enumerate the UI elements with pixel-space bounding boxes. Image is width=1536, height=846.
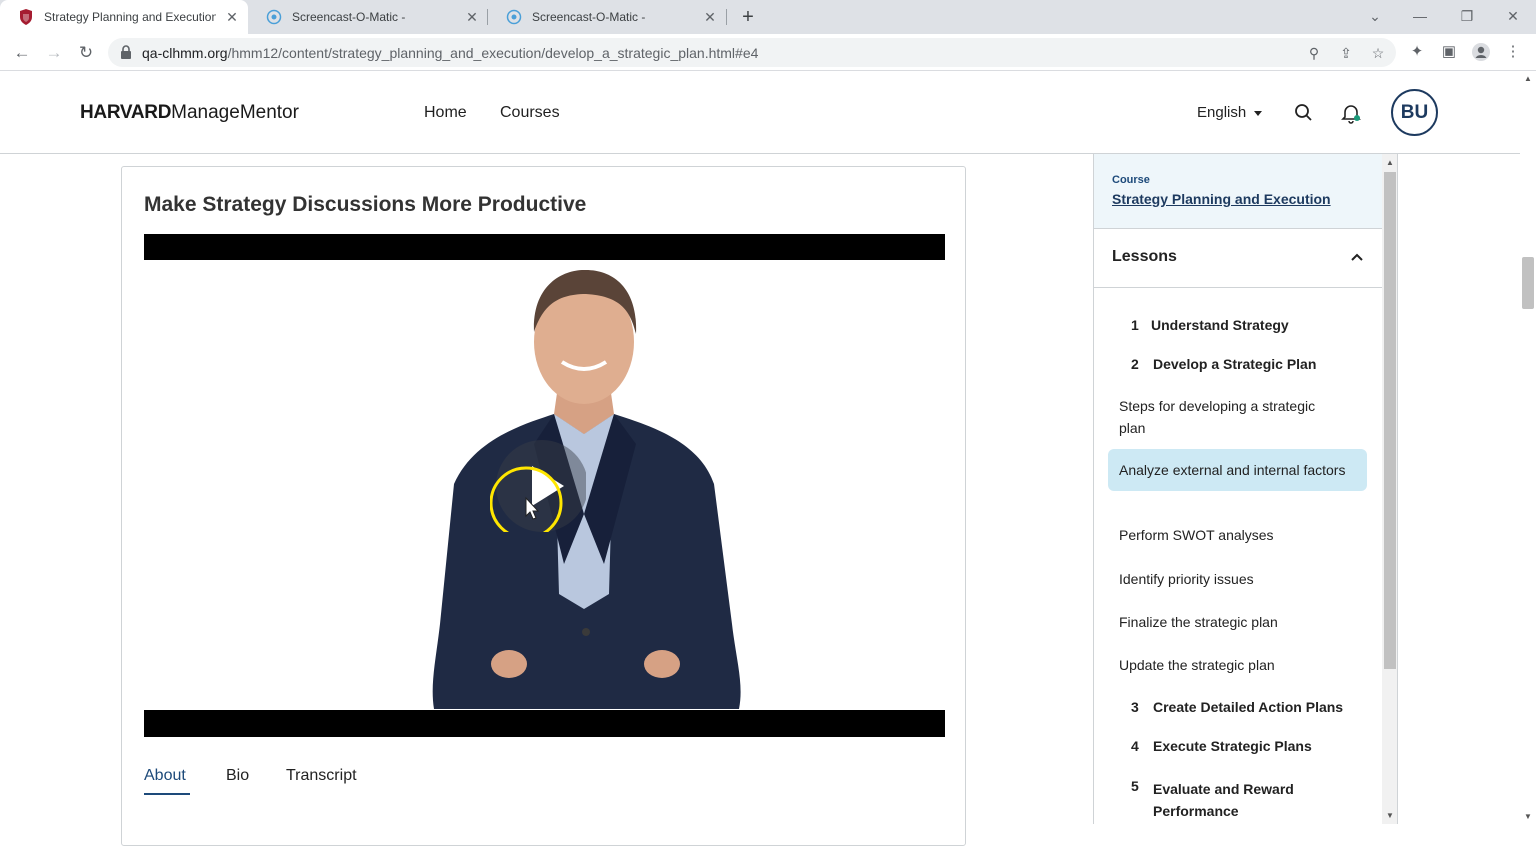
course-outline-panel: Course Strategy Planning and Execution L…	[1093, 154, 1398, 824]
subtopic-analyze-active[interactable]: Analyze external and internal factors	[1108, 449, 1367, 491]
browser-tab-bar: Strategy Planning and Execution ✕ Screen…	[0, 0, 1536, 34]
tab-bio[interactable]: Bio	[226, 767, 249, 785]
subtopic-finalize[interactable]: Finalize the strategic plan	[1119, 611, 1339, 633]
harvard-managementor-logo[interactable]: HARVARDManageMentor	[80, 102, 299, 124]
close-window-icon[interactable]: ✕	[1501, 4, 1525, 28]
profile-icon[interactable]	[1471, 42, 1491, 62]
browser-tab-2[interactable]: Screencast-O-Matic - ✕	[248, 0, 488, 34]
zoom-icon[interactable]: ⚲	[1306, 45, 1322, 61]
restore-icon[interactable]: ❐	[1455, 4, 1479, 28]
page-scroll-up-icon[interactable]: ▲	[1522, 74, 1534, 83]
nav-home-link[interactable]: Home	[424, 104, 467, 122]
search-icon[interactable]	[1293, 102, 1315, 124]
subtopic-steps[interactable]: Steps for developing a strategic plan	[1119, 395, 1339, 439]
course-title-link[interactable]: Strategy Planning and Execution	[1112, 191, 1331, 207]
page-scroll-down-icon[interactable]: ▼	[1522, 812, 1534, 821]
page-scrollbar-track[interactable]	[1520, 71, 1536, 824]
close-icon[interactable]: ✕	[224, 9, 240, 25]
play-button[interactable]	[490, 436, 586, 532]
scroll-up-arrow-icon[interactable]: ▲	[1385, 158, 1395, 167]
language-selector[interactable]: English	[1197, 104, 1263, 121]
video-card: Make Strategy Discussions More Productiv…	[121, 166, 966, 846]
close-icon[interactable]: ✕	[464, 9, 480, 25]
lesson-number: 2	[1131, 356, 1139, 372]
lesson-number: 4	[1131, 738, 1139, 754]
subtopic-update[interactable]: Update the strategic plan	[1119, 654, 1339, 676]
tab-about[interactable]: About	[144, 767, 186, 785]
address-bar[interactable]: qa-clhmm.org/hmm12/content/strategy_plan…	[108, 38, 1396, 67]
subtopic-priority[interactable]: Identify priority issues	[1119, 568, 1339, 590]
back-arrow-icon[interactable]: ←	[11, 42, 33, 64]
close-icon[interactable]: ✕	[702, 9, 718, 25]
shield-favicon-icon	[18, 9, 34, 25]
browser-tab-3[interactable]: Screencast-O-Matic - ✕	[488, 0, 726, 34]
video-player[interactable]	[144, 234, 945, 737]
lessons-accordion-header[interactable]: Lessons	[1094, 229, 1382, 288]
caret-down-icon	[1254, 110, 1263, 116]
browser-toolbar: ← → ↻ qa-clhmm.org/hmm12/content/strateg…	[0, 34, 1536, 71]
bookmark-star-icon[interactable]: ☆	[1370, 45, 1386, 61]
reload-icon[interactable]: ↻	[75, 42, 97, 64]
panel-scrollbar-thumb[interactable]	[1384, 172, 1396, 669]
tab-title: Strategy Planning and Execution	[44, 10, 216, 24]
lesson-number: 1	[1131, 317, 1139, 333]
video-title: Make Strategy Discussions More Productiv…	[144, 193, 587, 216]
chevron-up-icon	[1351, 253, 1363, 261]
lesson-number: 3	[1131, 699, 1139, 715]
lesson-label: Create Detailed Action Plans	[1153, 699, 1344, 715]
course-kicker: Course	[1112, 174, 1150, 186]
screencast-favicon-icon	[506, 9, 522, 25]
share-icon[interactable]: ⇪	[1338, 45, 1354, 61]
browser-tab-1[interactable]: Strategy Planning and Execution ✕	[0, 0, 248, 34]
tab-search-chevron-icon[interactable]: ⌄	[1363, 4, 1387, 28]
lock-icon	[120, 45, 132, 59]
nav-courses-link[interactable]: Courses	[500, 104, 560, 122]
site-header: HARVARDManageMentor Home Courses English…	[0, 71, 1520, 154]
tab-title: Screencast-O-Matic -	[532, 10, 646, 24]
lesson-number: 5	[1131, 778, 1139, 794]
tab-divider	[726, 9, 727, 25]
forward-arrow-icon[interactable]: →	[43, 42, 65, 64]
extensions-puzzle-icon[interactable]: ✦	[1407, 42, 1427, 62]
subtopic-swot[interactable]: Perform SWOT analyses	[1119, 524, 1339, 546]
scroll-down-arrow-icon[interactable]: ▼	[1385, 811, 1395, 820]
active-tab-underline	[144, 793, 190, 795]
lessons-title: Lessons	[1112, 248, 1177, 265]
user-avatar[interactable]: BU	[1391, 89, 1438, 136]
lesson-label: Execute Strategic Plans	[1153, 738, 1312, 754]
minimize-icon[interactable]: —	[1408, 4, 1432, 28]
video-letterbox-bottom	[144, 710, 945, 737]
course-header: Course Strategy Planning and Execution	[1094, 154, 1382, 229]
lesson-label: Evaluate and Reward Performance	[1153, 781, 1294, 819]
screencast-favicon-icon	[266, 9, 282, 25]
url-text: qa-clhmm.org/hmm12/content/strategy_plan…	[142, 45, 759, 61]
notification-bell-icon[interactable]	[1340, 102, 1362, 124]
lesson-label: Develop a Strategic Plan	[1153, 356, 1317, 372]
video-letterbox-top	[144, 234, 945, 260]
page-scrollbar-thumb[interactable]	[1522, 257, 1534, 309]
lesson-label: Understand Strategy	[1151, 317, 1289, 333]
tab-transcript[interactable]: Transcript	[286, 767, 357, 785]
tab-title: Screencast-O-Matic -	[292, 10, 406, 24]
new-tab-plus-icon[interactable]: +	[737, 6, 759, 28]
side-panel-icon[interactable]: ▣	[1439, 42, 1459, 62]
kebab-menu-icon[interactable]: ⋮	[1503, 42, 1523, 62]
